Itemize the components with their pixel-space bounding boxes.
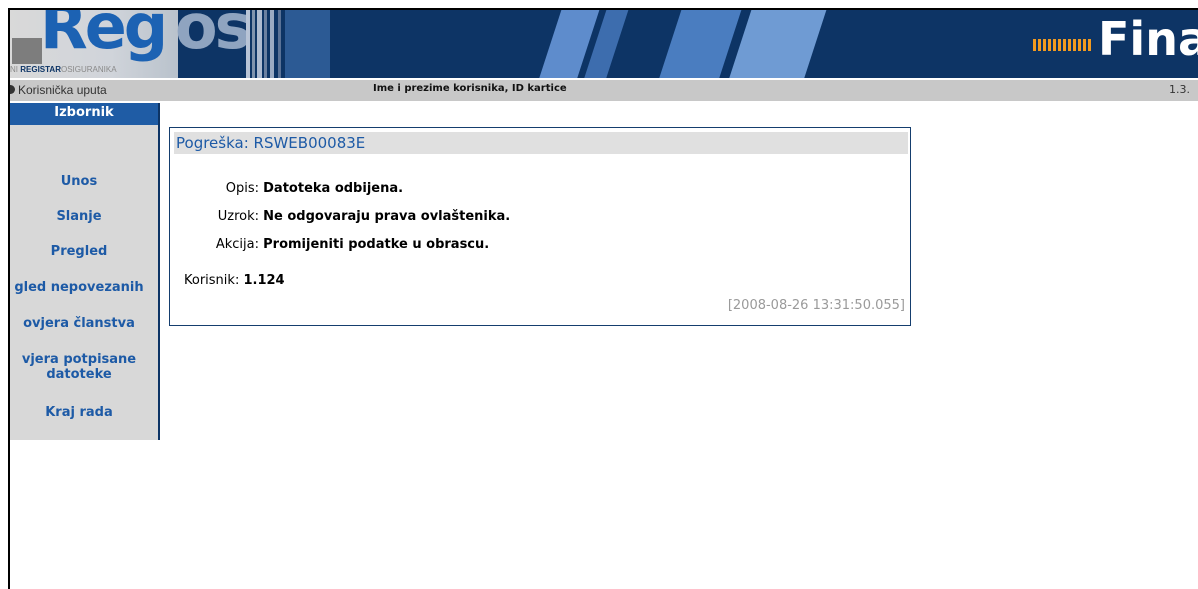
help-bullet-icon <box>10 85 15 94</box>
error-row-opis: Opis: Datoteka odbijena. <box>170 181 403 196</box>
error-value-korisnik: 1.124 <box>243 273 285 288</box>
menu-item-provjera-potpisane[interactable]: vjera potpisane <box>10 352 178 368</box>
decor-stripe <box>257 10 262 78</box>
error-panel: Pogreška: RSWEB00083E Opis: Datoteka odb… <box>169 127 911 326</box>
error-value-opis: Datoteka odbijena. <box>263 181 404 196</box>
error-row-akcija: Akcija: Promijeniti podatke u obrascu. <box>170 237 489 252</box>
logo-subtitle-prefix: NI <box>10 65 21 74</box>
decor-stripe <box>278 10 281 78</box>
error-label-opis: Opis: <box>225 181 259 196</box>
menu-item-slanje[interactable]: Slanje <box>10 209 178 225</box>
decor-slash <box>655 10 745 78</box>
decor-stripe <box>252 10 255 78</box>
logo-subtitle: NI REGISTAROSIGURANIKA <box>10 65 117 74</box>
error-label-korisnik: Korisnik: <box>184 273 240 288</box>
decor-slash <box>725 10 830 78</box>
menu-item-pregled-nepovezanih[interactable]: gled nepovezanih <box>10 280 178 296</box>
header-banner: Reg os NI REGISTAROSIGURANIKA Fina <box>10 10 1198 78</box>
sidebar-menu: Izbornik Unos Slanje Pregled gled nepove… <box>10 103 160 440</box>
menu-item-provjera-clanstva[interactable]: ovjera članstva <box>10 316 178 332</box>
browser-frame: Reg os NI REGISTAROSIGURANIKA Fina Koris… <box>8 8 1198 589</box>
decor-stripe <box>285 10 330 78</box>
menu-item-provjera-datoteke[interactable]: datoteke <box>10 367 178 383</box>
logo-square-icon <box>12 38 42 64</box>
menu-item-unos[interactable]: Unos <box>10 174 178 190</box>
error-label-uzrok: Uzrok: <box>217 209 259 224</box>
menu-item-kraj-rada[interactable]: Kraj rada <box>10 405 178 421</box>
version-label: 1.3. <box>1169 83 1190 96</box>
sidebar-title: Izbornik <box>10 103 158 125</box>
logo-subtitle-rest: OSIGURANIKA <box>60 65 117 74</box>
fina-logo-text: Fina <box>1098 12 1198 66</box>
error-value-akcija: Promijeniti podatke u obrascu. <box>263 237 490 252</box>
menu-item-pregled[interactable]: Pregled <box>10 244 178 260</box>
decor-stripe <box>246 10 250 78</box>
decor-stripe <box>270 10 274 78</box>
logo-text-tail: os <box>175 10 251 63</box>
error-row-uzrok: Uzrok: Ne odgovaraju prava ovlaštenika. <box>170 209 511 224</box>
error-title: Pogreška: RSWEB00083E <box>174 132 908 154</box>
logo-subtitle-bold: REGISTAR <box>20 65 61 74</box>
user-info-text: Ime i prezime korisnika, ID kartice <box>373 83 567 94</box>
fina-logo-bars-icon <box>1033 39 1093 51</box>
error-label-akcija: Akcija: <box>215 237 259 252</box>
user-manual-link[interactable]: Korisnička uputa <box>18 83 107 97</box>
decor-stripe <box>264 10 267 78</box>
error-timestamp: [2008-08-26 13:31:50.055] <box>727 298 905 313</box>
status-bar: Korisnička uputa Ime i prezime korisnika… <box>10 80 1198 101</box>
error-row-korisnik: Korisnik: 1.124 <box>184 273 285 288</box>
error-value-uzrok: Ne odgovaraju prava ovlaštenika. <box>263 209 511 224</box>
logo-text: Reg <box>40 10 168 63</box>
